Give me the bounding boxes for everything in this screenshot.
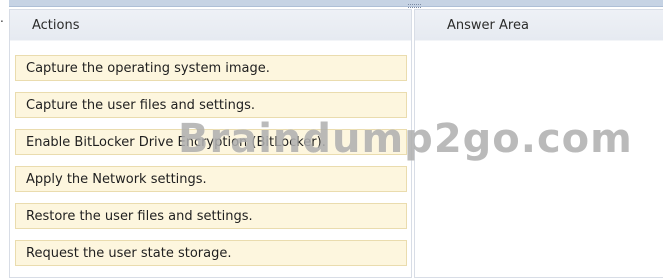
action-item-restore-user-files[interactable]: Restore the user files and settings. [15, 203, 407, 229]
actions-panel: Actions Capture the operating system ima… [9, 9, 412, 278]
action-item-capture-os-image[interactable]: Capture the operating system image. [15, 55, 407, 81]
action-item-capture-user-files[interactable]: Capture the user files and settings. [15, 92, 407, 118]
action-item-apply-network-settings[interactable]: Apply the Network settings. [15, 166, 407, 192]
splitter-grip-icon[interactable] [408, 4, 422, 8]
answer-area-header: Answer Area [415, 10, 663, 40]
answer-area-panel[interactable]: Answer Area [414, 9, 663, 278]
drag-drop-question: . Actions Capture the operating system i… [0, 0, 663, 278]
action-item-request-user-state-storage[interactable]: Request the user state storage. [15, 240, 407, 266]
actions-panel-header: Actions [10, 10, 411, 40]
answer-area-title: Answer Area [447, 17, 529, 33]
splitter-top-bar [9, 0, 663, 7]
actions-panel-title: Actions [32, 17, 80, 33]
action-list: Capture the operating system image. Capt… [15, 55, 407, 277]
action-item-enable-bitlocker[interactable]: Enable BitLocker Drive Encryption (BitLo… [15, 129, 407, 155]
left-marker: . [0, 11, 4, 25]
